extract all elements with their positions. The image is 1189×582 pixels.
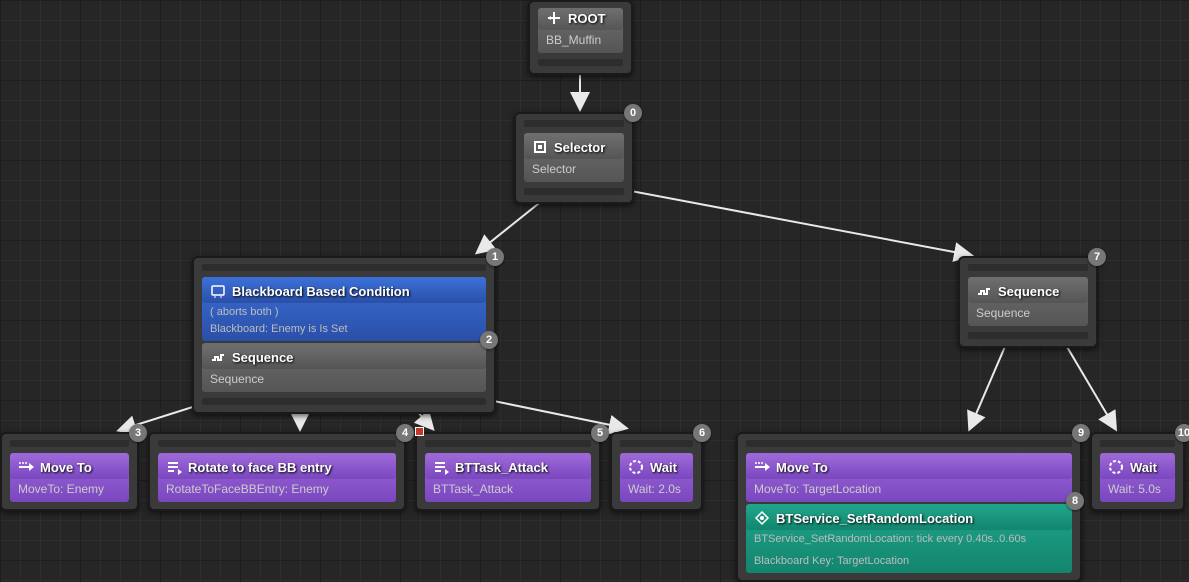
moveto-icon [754, 459, 770, 475]
service-setrandomlocation[interactable]: BTService_SetRandomLocation BTService_Se… [746, 504, 1072, 573]
task-subtitle: RotateToFaceBBEntry: Enemy [158, 479, 396, 498]
execution-index-badge: 10 [1175, 424, 1189, 442]
execution-index-badge: 8 [1066, 492, 1084, 510]
service-title: BTService_SetRandomLocation [776, 511, 973, 526]
rotate-node[interactable]: 4 Rotate to face BB entry RotateToFaceBB… [148, 432, 406, 511]
moveto-enemy-node[interactable]: 3 Move To MoveTo: Enemy [0, 432, 139, 511]
sequence-patrol-node[interactable]: 7 Sequence Sequence [958, 256, 1098, 348]
decorator-title: Blackboard Based Condition [232, 284, 410, 299]
service-key: Blackboard Key: TargetLocation [746, 547, 1072, 569]
execution-index-badge: 0 [624, 104, 642, 122]
task-title: Wait [650, 460, 677, 475]
node-input-port[interactable] [10, 440, 129, 447]
moveto-icon [18, 459, 34, 475]
sequence-title: Sequence [232, 350, 293, 365]
task-title: Rotate to face BB entry [188, 460, 332, 475]
execution-index-badge: 2 [480, 331, 498, 349]
selector-subtitle: Selector [524, 159, 624, 178]
task-icon [433, 459, 449, 475]
wait-5s-node[interactable]: 10 Wait Wait: 5.0s [1090, 432, 1185, 511]
sequence-icon [976, 283, 992, 299]
attack-node[interactable]: 5 BTTask_Attack BTTask_Attack [415, 432, 601, 511]
node-input-port[interactable] [524, 120, 624, 127]
task-title: Move To [776, 460, 828, 475]
root-subtitle: BB_Muffin [538, 30, 623, 49]
task-title: Wait [1130, 460, 1157, 475]
node-input-port[interactable] [425, 440, 591, 447]
task-subtitle: BTTask_Attack [425, 479, 591, 498]
sequence-subtitle: Sequence [968, 303, 1088, 322]
task-subtitle: MoveTo: Enemy [10, 479, 129, 498]
node-input-port[interactable] [968, 264, 1088, 271]
selector-title: Selector [554, 140, 605, 155]
wait-icon [628, 459, 644, 475]
execution-index-badge: 5 [591, 424, 609, 442]
rotate-icon [166, 459, 182, 475]
node-input-port[interactable] [1100, 440, 1175, 447]
task-subtitle: Wait: 5.0s [1100, 479, 1175, 498]
execution-index-badge: 7 [1088, 248, 1106, 266]
task-subtitle: Wait: 2.0s [620, 479, 693, 498]
task-title: Move To [40, 460, 92, 475]
node-input-port[interactable] [158, 440, 396, 447]
node-input-port[interactable] [746, 440, 1072, 447]
node-output-port[interactable] [524, 188, 624, 195]
blackboard-decorator[interactable]: 2 Blackboard Based Condition ( aborts bo… [202, 277, 486, 341]
execution-index-badge: 1 [486, 248, 504, 266]
node-output-port[interactable] [968, 332, 1088, 339]
service-icon [754, 510, 770, 526]
node-input-port[interactable] [202, 264, 486, 271]
blackboard-icon [210, 283, 226, 299]
execution-index-badge: 3 [129, 424, 147, 442]
wait-2s-node[interactable]: 6 Wait Wait: 2.0s [610, 432, 703, 511]
task-subtitle: MoveTo: TargetLocation [746, 479, 1072, 498]
selector-node[interactable]: 0 Selector Selector [514, 112, 634, 204]
node-output-port[interactable] [202, 398, 486, 405]
sequence-title: Sequence [998, 284, 1059, 299]
root-icon [546, 10, 562, 26]
selector-icon [532, 139, 548, 155]
breakpoint-marker[interactable] [415, 427, 424, 436]
service-interval: BTService_SetRandomLocation: tick every … [746, 530, 1072, 547]
root-title: ROOT [568, 11, 606, 26]
sequence-enemy-node[interactable]: 1 2 Blackboard Based Condition ( aborts … [192, 256, 496, 414]
sequence-subtitle: Sequence [202, 369, 486, 388]
decorator-condition: Blackboard: Enemy is Is Set [202, 320, 486, 337]
task-title: BTTask_Attack [455, 460, 548, 475]
decorator-abort: ( aborts both ) [202, 303, 486, 320]
moveto-target-node[interactable]: 9 8 Move To MoveTo: TargetLocation BTSer… [736, 432, 1082, 582]
sequence-icon [210, 349, 226, 365]
execution-index-badge: 9 [1072, 424, 1090, 442]
node-output-port[interactable] [538, 59, 623, 66]
bt-root-node[interactable]: ROOT BB_Muffin [528, 0, 633, 75]
execution-index-badge: 4 [396, 424, 414, 442]
execution-index-badge: 6 [693, 424, 711, 442]
node-input-port[interactable] [620, 440, 693, 447]
wait-icon [1108, 459, 1124, 475]
